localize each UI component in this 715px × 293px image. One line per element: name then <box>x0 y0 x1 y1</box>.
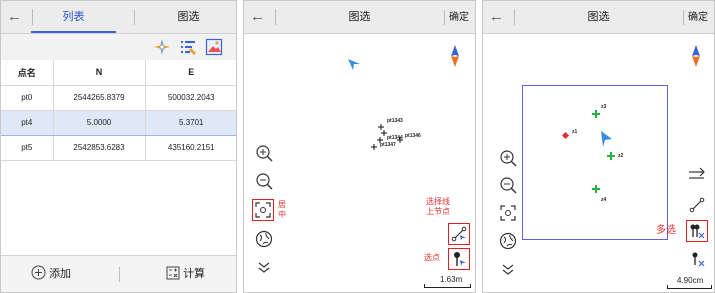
list-header: ← 列表 图选 <box>1 1 236 34</box>
page-title: 图选 <box>348 11 371 23</box>
globe-icon <box>255 230 273 248</box>
annotation-multi-select: 多选 <box>656 225 676 236</box>
cell-e: 500032.2043 <box>145 85 236 111</box>
point-label: z2 <box>618 153 624 159</box>
zoom-out-button[interactable] <box>497 174 519 196</box>
zoom-in-icon <box>500 150 517 167</box>
page-title: 图选 <box>587 11 610 23</box>
cell-n: 2544265.8379 <box>53 85 146 111</box>
table-header-row: 点名 N E <box>1 60 236 86</box>
center-focus-icon <box>255 202 271 218</box>
globe-icon <box>499 232 517 250</box>
compass-north-icon[interactable] <box>691 45 701 67</box>
map-multi-select-panel: ← 图选 确定 z1 z2 z3 z4 多选 4.90cm <box>482 0 715 293</box>
calculate-label: 计算 <box>183 268 206 280</box>
list-panel: ← 列表 图选 点名 N E pt0 2544265.8379 500032.2… <box>0 0 237 293</box>
table-row-selected[interactable]: pt4 5.0000 5.3701 <box>1 109 236 136</box>
expand-more-button[interactable] <box>497 258 519 280</box>
point-label: z3 <box>601 104 607 110</box>
zoom-out-icon <box>500 177 517 194</box>
cell-n: 5.0000 <box>53 109 146 136</box>
points-table: 点名 N E pt0 2544265.8379 500032.2043 pt4 … <box>1 60 236 161</box>
select-point-button[interactable] <box>448 248 470 270</box>
column-header-n: N <box>53 60 146 86</box>
zoom-in-icon <box>256 145 273 162</box>
cell-e: 5.3701 <box>145 109 236 136</box>
select-line-node-button[interactable] <box>686 194 708 216</box>
cell-point-name: pt5 <box>1 135 54 161</box>
point-label: z4 <box>601 197 607 203</box>
cell-n: 2542853.6283 <box>53 135 146 161</box>
layers-button[interactable] <box>497 230 519 252</box>
scale-label: 1.63m <box>440 275 463 284</box>
add-label: 添加 <box>49 268 72 280</box>
points-cluster[interactable] <box>558 99 638 199</box>
column-header-e: E <box>145 60 236 86</box>
list-toolbar <box>1 34 236 60</box>
chevron-double-down-icon <box>502 264 514 275</box>
chevron-double-down-icon <box>258 262 270 273</box>
map-canvas[interactable]: z1 z2 z3 z4 多选 4.90cm <box>483 34 714 292</box>
map-canvas[interactable]: pt1343 pt1344 pt1346 pt1347 居 中 选择线 上节点 … <box>244 34 475 292</box>
compass-north-icon[interactable] <box>450 45 460 67</box>
image-icon[interactable] <box>205 38 223 56</box>
tab-list[interactable]: 列表 <box>31 1 116 34</box>
pin-select-icon <box>454 252 466 266</box>
add-button[interactable]: 添加 <box>31 256 71 292</box>
calculator-icon <box>166 266 180 280</box>
compass-point-icon[interactable] <box>153 38 171 56</box>
point-label: z1 <box>572 129 578 135</box>
calculate-button[interactable]: 计算 <box>166 256 205 292</box>
layers-button[interactable] <box>253 228 275 250</box>
bottom-action-bar: 添加 计算 <box>1 255 236 292</box>
confirm-button[interactable]: 确定 <box>444 1 469 34</box>
back-button[interactable]: ← <box>7 8 33 26</box>
line-node-icon <box>689 197 705 213</box>
expand-more-button[interactable] <box>253 256 275 278</box>
annotation-select-line-node: 选择线 上节点 <box>426 197 450 216</box>
tab-map-select[interactable]: 图选 <box>146 1 231 34</box>
column-header-name: 点名 <box>1 60 54 86</box>
table-row[interactable]: pt0 2544265.8379 500032.2043 <box>1 85 236 111</box>
tab-divider <box>134 10 135 25</box>
confirm-button[interactable]: 确定 <box>683 1 708 34</box>
center-view-button[interactable] <box>497 202 519 224</box>
scale-bar <box>667 285 712 289</box>
arrow-right-icon <box>689 167 705 179</box>
scale-bar <box>424 284 471 288</box>
select-line-node-button[interactable] <box>448 223 470 245</box>
annotation-center: 居 中 <box>278 200 286 219</box>
zoom-in-button[interactable] <box>497 147 519 169</box>
center-view-button[interactable] <box>252 199 274 221</box>
multi-select-button[interactable] <box>686 220 708 242</box>
zoom-out-button[interactable] <box>253 170 275 192</box>
list-edit-icon[interactable] <box>179 38 197 56</box>
center-focus-icon <box>500 205 516 221</box>
bottom-divider <box>119 267 120 282</box>
location-arrow-icon <box>348 59 360 70</box>
add-circle-icon <box>31 265 46 280</box>
map-header: ← 图选 确定 <box>483 1 714 34</box>
cell-point-name: pt0 <box>1 85 54 111</box>
cell-point-name: pt4 <box>1 109 54 136</box>
deselect-point-button[interactable] <box>686 248 708 270</box>
map-select-panel: ← 图选 确定 pt1343 pt1344 pt1346 pt1347 居 中 … <box>243 0 476 293</box>
active-tab-indicator <box>31 31 116 33</box>
multi-pin-icon <box>690 224 705 239</box>
point-label: pt1343 <box>387 118 403 124</box>
scale-label: 4.90cm <box>677 276 704 285</box>
point-label: pt1347 <box>380 142 396 148</box>
line-node-icon <box>451 226 467 242</box>
map-header: ← 图选 确定 <box>244 1 475 34</box>
point-label: pt1344 <box>387 135 403 141</box>
zoom-out-icon <box>256 173 273 190</box>
zoom-in-button[interactable] <box>253 142 275 164</box>
point-label: pt1346 <box>405 133 421 139</box>
annotation-select-point: 选点 <box>424 253 440 262</box>
pin-remove-icon <box>692 252 705 267</box>
next-arrow-button[interactable] <box>686 164 708 186</box>
cell-e: 435160.2151 <box>145 135 236 161</box>
table-row[interactable]: pt5 2542853.6283 435160.2151 <box>1 135 236 161</box>
